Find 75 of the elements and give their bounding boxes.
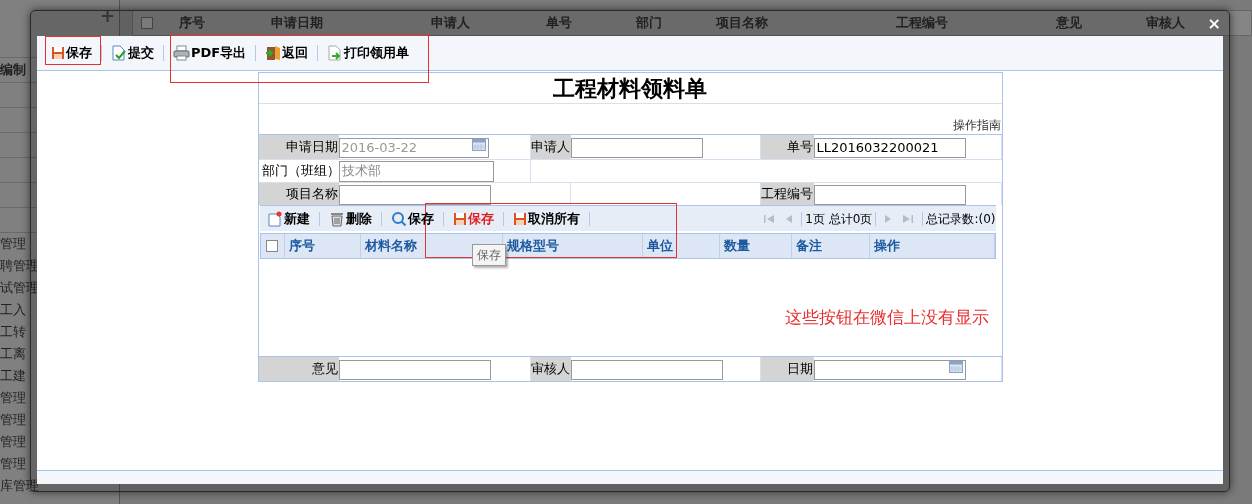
printer-icon [173,45,190,61]
field-label: 意见 [311,360,338,379]
column-header[interactable]: 部门 [622,13,702,33]
door-arrow-icon [265,45,282,61]
next-page-icon[interactable] [884,213,893,224]
sidebar-item[interactable]: 工转 [0,322,26,342]
toolbar-button[interactable]: PDF导出 [169,41,251,65]
field-label: 单号 [786,138,813,157]
toolbar-button[interactable]: 删除 [327,207,373,230]
guide-link[interactable]: 操作指南 [952,116,1001,134]
page-info: 1页 总计0页 [805,210,873,228]
sidebar-item[interactable]: 工离 [0,344,26,364]
sidebar-item[interactable]: 管理 [0,454,26,474]
column-header[interactable]: 工程编号 [882,13,1042,33]
calendar-icon[interactable] [471,139,486,151]
toolbar-button[interactable]: 保存 [451,207,495,230]
sidebar-item[interactable]: 管理 [0,388,26,408]
toolbar-button[interactable]: 取消所有 [511,207,581,230]
sidebar-item[interactable]: 管理 [0,432,26,452]
toolbar-button[interactable]: 打印领用单 [323,41,414,65]
column-header[interactable]: 单号 [532,13,622,33]
sidebar-item[interactable]: 管理 [0,234,26,254]
field-label: 审核人 [530,360,570,379]
input-field[interactable] [570,359,723,380]
column-header[interactable]: 单位 [646,236,673,256]
toolbar-button[interactable]: 保存 [47,41,96,65]
column-header[interactable]: 申请人 [417,13,532,33]
document-check-icon [111,45,127,61]
sidebar-item[interactable]: 工建 [0,366,26,386]
field-label: 申请人 [530,138,570,157]
checkbox[interactable] [141,17,153,29]
column-header[interactable]: 规格型号 [506,236,559,256]
input-field[interactable] [570,137,703,158]
sidebar-item[interactable]: 管理 [0,410,26,430]
highlight-box [45,36,101,65]
new-document-icon [266,210,283,227]
record-count: 总记录数:(0) [926,210,996,228]
date-field[interactable] [813,359,966,380]
column-header[interactable]: 数量 [723,236,750,256]
previous-page-icon[interactable] [785,213,794,224]
column-header[interactable]: 备注 [795,236,822,256]
field-label: 申请日期 [285,138,338,157]
annotation-text: 这些按钮在微信上没有显示 [785,306,989,329]
column-header[interactable]: 意见 [1042,13,1132,33]
column-header[interactable]: 序号 [165,13,257,33]
last-page-icon[interactable] [902,213,915,224]
column-header[interactable]: 序号 [288,236,315,256]
calendar-icon[interactable] [948,361,963,373]
field-label: 项目名称 [285,185,338,204]
column-header[interactable]: 申请日期 [257,13,417,33]
column-header[interactable]: 材料名称 [364,236,417,256]
field-label: 部门（班组） [261,162,340,181]
form-title: 工程材料领料单 [553,73,707,103]
input-field[interactable]: LL2016032200021 [813,137,966,158]
search-icon [390,210,407,227]
column-header[interactable]: 审核人 [1132,13,1202,33]
toolbar-button[interactable]: 返回 [261,41,313,65]
document-arrow-icon [327,45,344,61]
input-field[interactable] [338,184,491,205]
close-button[interactable]: × [1207,15,1221,32]
field-label: 工程编号 [760,185,813,204]
field-label: 日期 [786,360,813,379]
trash-icon [328,210,345,227]
sidebar-item[interactable]: 工入 [0,300,26,320]
toolbar-button[interactable]: 新建 [265,207,311,230]
first-page-icon[interactable] [763,213,776,224]
sidebar-item[interactable]: 编制 [0,60,26,80]
input-field[interactable] [813,184,966,205]
column-header[interactable]: 项目名称 [702,13,882,33]
checkbox[interactable] [266,240,278,252]
toolbar-button[interactable]: 提交 [107,41,158,65]
input-field[interactable] [338,359,491,380]
column-header[interactable]: 操作 [873,236,900,256]
tooltip: 保存 [472,244,506,266]
add-button[interactable]: + [99,8,115,24]
